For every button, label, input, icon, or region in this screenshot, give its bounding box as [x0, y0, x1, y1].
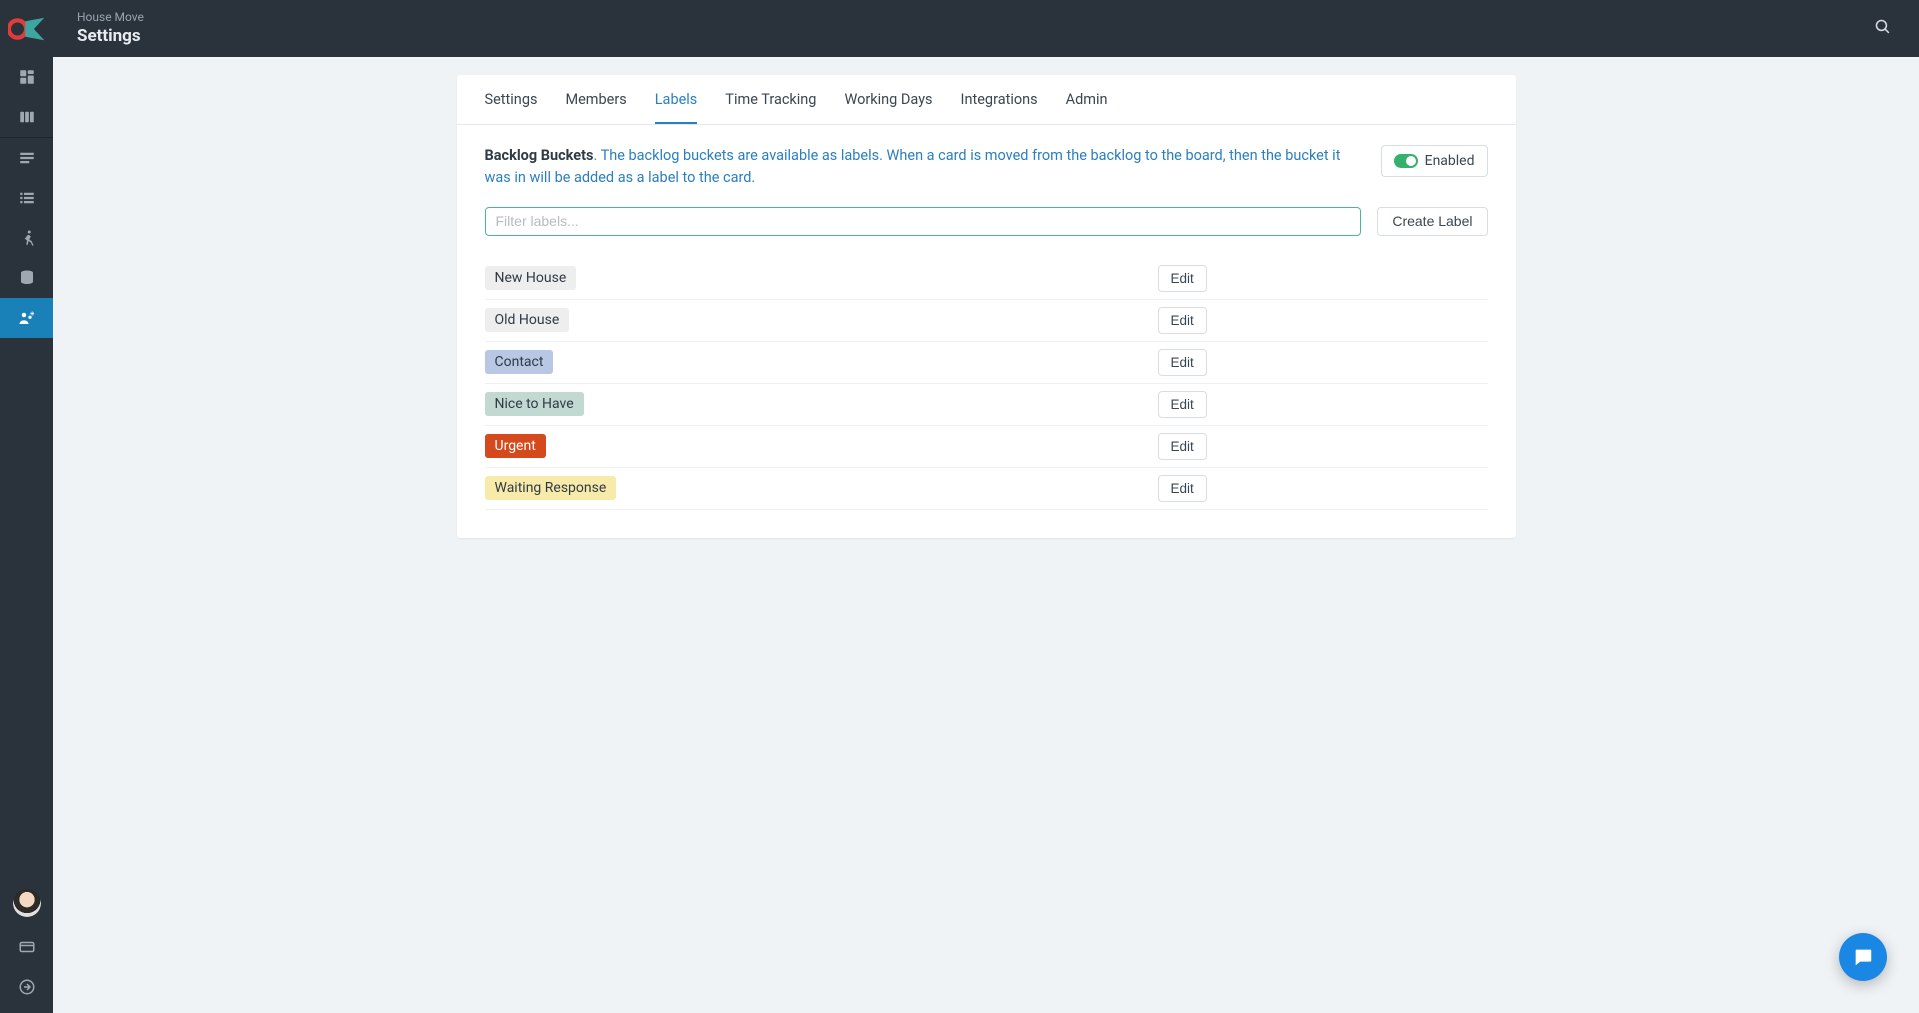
edit-label-button[interactable]: Edit: [1158, 433, 1207, 460]
edit-label-button[interactable]: Edit: [1158, 349, 1207, 376]
backlog-description: Backlog Buckets. The backlog buckets are…: [485, 145, 1357, 189]
tab-labels[interactable]: Labels: [655, 75, 698, 124]
label-cell: Contact: [485, 350, 1158, 374]
main-area: Settings Members Labels Time Tracking Wo…: [53, 57, 1919, 1013]
search-icon[interactable]: [1866, 10, 1899, 47]
label-cell: Urgent: [485, 434, 1158, 458]
filter-labels-input[interactable]: [485, 207, 1362, 236]
avatar: [13, 889, 41, 917]
sidebar-database-icon[interactable]: [0, 258, 53, 298]
label-row: New House Edit: [485, 258, 1488, 300]
label-row: Contact Edit: [485, 342, 1488, 384]
label-chip[interactable]: New House: [485, 266, 577, 290]
sidebar: [0, 57, 53, 1013]
top-header: House Move Settings: [0, 0, 1919, 57]
sidebar-logout-icon[interactable]: [0, 967, 53, 1007]
backlog-buckets-row: Backlog Buckets. The backlog buckets are…: [485, 145, 1488, 189]
tab-members[interactable]: Members: [565, 75, 626, 124]
tab-admin[interactable]: Admin: [1066, 75, 1108, 124]
tab-settings[interactable]: Settings: [485, 75, 538, 124]
sidebar-billing-icon[interactable]: [0, 927, 53, 967]
sidebar-avatar[interactable]: [0, 879, 53, 927]
edit-label-button[interactable]: Edit: [1158, 475, 1207, 502]
label-chip[interactable]: Waiting Response: [485, 476, 617, 500]
label-chip[interactable]: Old House: [485, 308, 570, 332]
backlog-desc-text: . The backlog buckets are available as l…: [485, 147, 1341, 186]
create-label-button[interactable]: Create Label: [1377, 207, 1487, 236]
tab-working-days[interactable]: Working Days: [844, 75, 932, 124]
tab-integrations[interactable]: Integrations: [961, 75, 1038, 124]
edit-cell: Edit: [1158, 475, 1488, 502]
edit-cell: Edit: [1158, 433, 1488, 460]
label-chip[interactable]: Nice to Have: [485, 392, 584, 416]
label-row: Nice to Have Edit: [485, 384, 1488, 426]
labels-list: New HouseEditOld HouseEditContactEditNic…: [485, 258, 1488, 510]
backlog-enabled-toggle[interactable]: Enabled: [1381, 145, 1488, 177]
tab-time-tracking[interactable]: Time Tracking: [725, 75, 816, 124]
chat-fab[interactable]: [1839, 933, 1887, 981]
sidebar-list[interactable]: [0, 178, 53, 218]
app-logo[interactable]: [0, 0, 53, 57]
edit-label-button[interactable]: Edit: [1158, 265, 1207, 292]
edit-label-button[interactable]: Edit: [1158, 307, 1207, 334]
label-cell: Nice to Have: [485, 392, 1158, 416]
edit-label-button[interactable]: Edit: [1158, 391, 1207, 418]
settings-card: Settings Members Labels Time Tracking Wo…: [457, 75, 1516, 538]
breadcrumb[interactable]: House Move: [77, 10, 1866, 24]
sidebar-lines[interactable]: [0, 138, 53, 178]
sidebar-dashboard[interactable]: [0, 57, 53, 97]
edit-cell: Edit: [1158, 391, 1488, 418]
label-row: Urgent Edit: [485, 426, 1488, 468]
label-chip[interactable]: Contact: [485, 350, 554, 374]
sidebar-board[interactable]: [0, 97, 53, 137]
label-chip[interactable]: Urgent: [485, 434, 546, 458]
label-cell: New House: [485, 266, 1158, 290]
settings-tabs: Settings Members Labels Time Tracking Wo…: [457, 75, 1516, 125]
edit-cell: Edit: [1158, 307, 1488, 334]
backlog-title: Backlog Buckets: [485, 147, 594, 164]
label-row: Waiting Response Edit: [485, 468, 1488, 510]
label-row: Old House Edit: [485, 300, 1488, 342]
label-cell: Old House: [485, 308, 1158, 332]
page-title: Settings: [77, 25, 1866, 47]
edit-cell: Edit: [1158, 349, 1488, 376]
edit-cell: Edit: [1158, 265, 1488, 292]
sidebar-team-settings[interactable]: [0, 298, 53, 338]
toggle-switch-icon: [1394, 154, 1418, 168]
sidebar-running-icon[interactable]: [0, 218, 53, 258]
toggle-label: Enabled: [1425, 153, 1475, 169]
label-cell: Waiting Response: [485, 476, 1158, 500]
